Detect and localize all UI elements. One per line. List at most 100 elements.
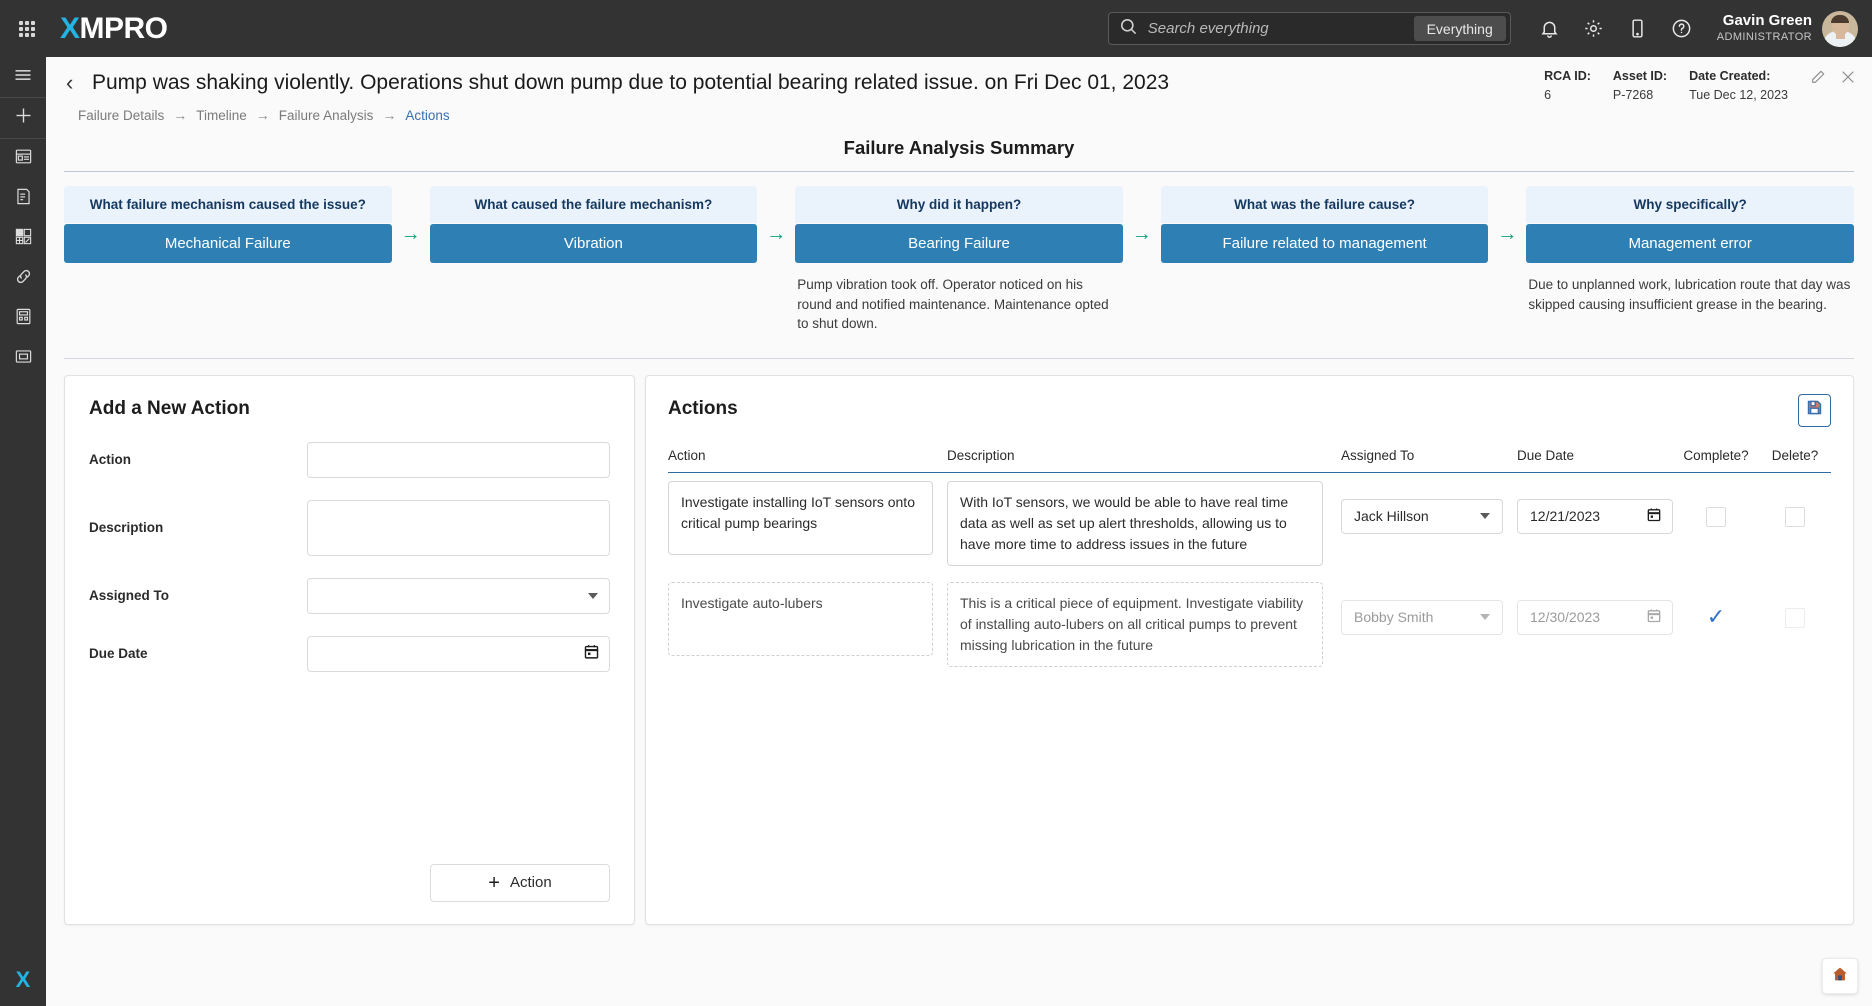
search-icon xyxy=(1119,17,1138,41)
calendar-icon[interactable] xyxy=(1646,507,1662,526)
row-due-date-input[interactable]: 12/30/2023 xyxy=(1517,599,1673,635)
sidebar-item-report[interactable] xyxy=(0,179,46,219)
row-description-cell: This is a critical piece of equipment. I… xyxy=(933,574,1323,675)
panels-row: Add a New Action Action Description Assi… xyxy=(46,359,1872,925)
row-complete-checkbox[interactable]: ✓ xyxy=(1707,605,1725,628)
save-button[interactable] xyxy=(1798,393,1831,427)
brand-logo[interactable]: XMPRO xyxy=(60,12,168,46)
field-row-due-date: Due Date xyxy=(89,635,610,672)
why-step-2-answer[interactable]: Vibration xyxy=(429,224,758,263)
description-input[interactable] xyxy=(307,499,610,556)
field-row-description: Description xyxy=(89,499,610,556)
calendar-icon[interactable] xyxy=(1646,608,1662,627)
sidebar-logo[interactable]: X xyxy=(0,954,46,1006)
plus-icon: + xyxy=(488,871,500,894)
due-date-wrap xyxy=(307,635,610,672)
action-input[interactable] xyxy=(307,441,610,478)
meta-asset-id-label: Asset ID: xyxy=(1612,69,1668,83)
meta-rca-id-value: 6 xyxy=(1544,87,1552,102)
row-delete-checkbox[interactable] xyxy=(1785,506,1805,527)
sidebar-item-form[interactable] xyxy=(0,339,46,379)
avatar[interactable] xyxy=(1822,10,1858,47)
topbar-icon-group xyxy=(1537,16,1695,42)
row-action-input[interactable]: Investigate installing IoT sensors onto … xyxy=(668,480,933,555)
assigned-to-select[interactable] xyxy=(307,577,610,614)
column-header-description: Description xyxy=(933,447,1323,473)
row-delete-checkbox[interactable] xyxy=(1785,607,1805,628)
why-step-1: What failure mechanism caused the issue?… xyxy=(64,186,392,275)
meta-rca-id: RCA ID: 6 xyxy=(1544,67,1591,105)
meta-date-created-value: Tue Dec 12, 2023 xyxy=(1689,87,1788,102)
actions-table-head: Action Description Assigned To Due Date … xyxy=(668,447,1831,473)
why-arrow-icon: → xyxy=(766,222,787,245)
add-action-button[interactable]: + Action xyxy=(430,863,610,902)
row-description-cell: With IoT sensors, we would be able to ha… xyxy=(933,472,1323,574)
form-icon xyxy=(14,347,33,371)
search-box[interactable]: Everything xyxy=(1107,12,1511,45)
meta-rca-id-label: RCA ID: xyxy=(1544,69,1591,83)
home-button[interactable] xyxy=(1822,958,1858,994)
bell-icon[interactable] xyxy=(1537,16,1563,42)
why-step-3-answer[interactable]: Bearing Failure xyxy=(795,224,1123,263)
row-complete-checkbox[interactable] xyxy=(1706,506,1726,527)
user-menu[interactable]: Gavin Green ADMINISTRATOR xyxy=(1717,10,1858,47)
breadcrumb-item-timeline[interactable]: Timeline xyxy=(196,108,247,123)
row-action-cell: Investigate installing IoT sensors onto … xyxy=(668,472,933,574)
row-assigned-value: Bobby Smith xyxy=(1354,609,1434,626)
row-description-input[interactable]: With IoT sensors, we would be able to ha… xyxy=(947,480,1323,566)
why-step-5-answer[interactable]: Management error xyxy=(1526,224,1854,263)
back-button[interactable]: ‹ xyxy=(66,72,88,94)
table-row: Investigate installing IoT sensors onto … xyxy=(668,472,1831,574)
sidebar-item-calculator[interactable] xyxy=(0,299,46,339)
actions-table-body: Investigate installing IoT sensors onto … xyxy=(668,472,1831,675)
row-due-date-input[interactable]: 12/21/2023 xyxy=(1517,498,1673,534)
why-arrow-icon: → xyxy=(400,222,421,245)
why-step-1-question: What failure mechanism caused the issue? xyxy=(64,186,392,223)
sidebar-item-add[interactable] xyxy=(0,98,46,138)
save-icon xyxy=(1806,399,1823,421)
row-action-input[interactable]: Investigate auto-lubers xyxy=(668,581,933,656)
row-assigned-select[interactable]: Jack Hillson xyxy=(1341,498,1503,534)
sidebar-item-dashboard[interactable] xyxy=(0,139,46,179)
search-scope-button[interactable]: Everything xyxy=(1413,16,1506,41)
header-action-icons xyxy=(1810,67,1856,90)
dashboard-icon xyxy=(14,147,33,171)
mobile-icon[interactable] xyxy=(1625,16,1651,42)
sidebar-item-widgets[interactable] xyxy=(0,219,46,259)
breadcrumb-item-actions[interactable]: Actions xyxy=(405,108,449,123)
breadcrumb-arrow-icon: → xyxy=(382,107,397,123)
assigned-to-label: Assigned To xyxy=(89,588,170,604)
why-step-4-question: What was the failure cause? xyxy=(1160,186,1489,223)
description-label: Description xyxy=(89,520,164,536)
why-arrow-icon: → xyxy=(1131,222,1152,245)
why-step-2-question: What caused the failure mechanism? xyxy=(429,186,758,223)
breadcrumb-item-failure-details[interactable]: Failure Details xyxy=(78,108,164,123)
breadcrumb: Failure Details → Timeline → Failure Ana… xyxy=(46,107,1872,123)
close-icon[interactable] xyxy=(1840,69,1856,90)
gear-icon[interactable] xyxy=(1581,16,1607,42)
add-icon xyxy=(13,105,34,131)
why-step-1-answer[interactable]: Mechanical Failure xyxy=(64,224,392,263)
menu-icon xyxy=(13,65,33,90)
row-due-cell: 12/30/2023 xyxy=(1503,574,1673,675)
why-step-4-answer[interactable]: Failure related to management xyxy=(1160,224,1489,263)
apps-grid-icon[interactable] xyxy=(0,20,54,37)
sidebar-item-menu[interactable] xyxy=(0,57,46,97)
actions-title: Actions xyxy=(668,397,738,419)
row-assigned-select[interactable]: Bobby Smith xyxy=(1341,599,1503,635)
meta-asset-id-value: P-7268 xyxy=(1612,87,1654,102)
add-action-button-row: + Action xyxy=(89,863,610,902)
user-name: Gavin Green xyxy=(1722,12,1812,30)
why-step-2: What caused the failure mechanism? Vibra… xyxy=(429,186,758,275)
sidebar-item-link[interactable] xyxy=(0,259,46,299)
due-date-input[interactable] xyxy=(307,635,610,672)
row-description-input[interactable]: This is a critical piece of equipment. I… xyxy=(947,581,1323,667)
page-title: Pump was shaking violently. Operations s… xyxy=(92,71,1170,94)
column-header-due-date: Due Date xyxy=(1503,447,1673,473)
column-header-delete: Delete? xyxy=(1759,447,1831,473)
field-row-assigned-to: Assigned To xyxy=(89,577,610,614)
help-icon[interactable] xyxy=(1669,16,1695,42)
breadcrumb-item-failure-analysis[interactable]: Failure Analysis xyxy=(279,108,374,123)
pencil-icon[interactable] xyxy=(1810,69,1826,90)
search-input[interactable] xyxy=(1137,20,1414,37)
